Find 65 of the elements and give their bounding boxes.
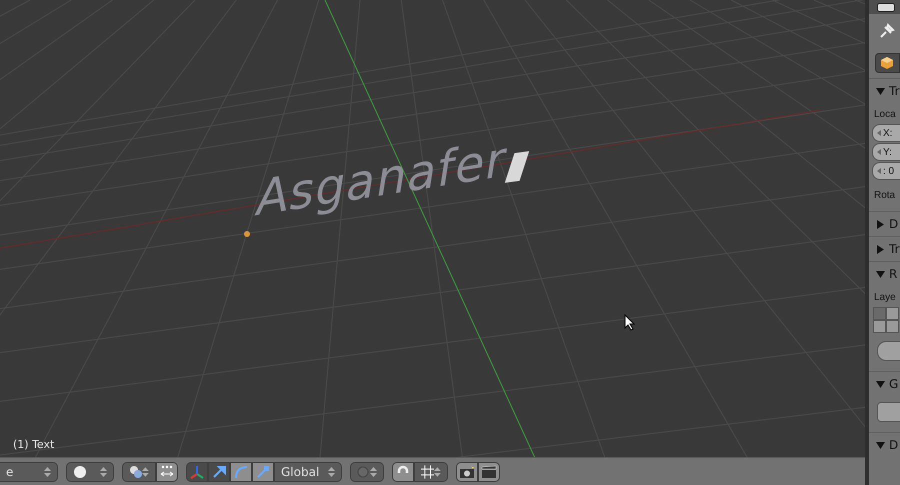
collapse-triangle-icon[interactable] (876, 380, 885, 388)
camera-icon (459, 464, 475, 478)
up-down-arrows-icon (328, 466, 335, 478)
rotation-label: Rota (873, 190, 896, 201)
arc-icon (233, 464, 249, 480)
panel-header[interactable]: Tr (869, 236, 900, 261)
collapse-triangle-icon[interactable] (876, 440, 885, 450)
layer-toggle[interactable] (886, 320, 899, 333)
location-label: Loca (873, 109, 897, 120)
up-down-arrows-icon (142, 466, 149, 478)
editor-type-icon[interactable] (877, 2, 895, 12)
layer-toggle[interactable] (873, 307, 886, 320)
manipulator-button[interactable] (230, 462, 252, 482)
mouse-pointer-icon (624, 314, 635, 331)
proportional-edit-dropdown[interactable] (350, 462, 384, 482)
sphere-icon (73, 464, 87, 478)
orientation-dropdown[interactable]: Global (274, 462, 342, 482)
clapperboard-icon (481, 464, 497, 478)
pin-icon[interactable] (879, 23, 895, 39)
dots-arrows-icon (159, 464, 175, 478)
render-image-button[interactable] (456, 462, 478, 482)
scale-handle-icon (255, 464, 271, 480)
render-animation-button[interactable] (478, 462, 500, 482)
up-down-arrows-icon (100, 466, 107, 478)
up-down-arrows-icon (434, 466, 441, 478)
text-cursor (504, 151, 530, 183)
snap-element-dropdown[interactable] (414, 462, 448, 482)
circle-icon (357, 466, 369, 478)
arrow-icon (211, 464, 227, 480)
3d-text-object: Asganafer (252, 130, 511, 228)
grid-snap-icon (421, 464, 434, 478)
number-field[interactable]: Y: (872, 143, 900, 161)
manipulate-centers-button[interactable] (156, 462, 178, 482)
expand-triangle-icon[interactable] (876, 244, 885, 254)
shading-dropdown[interactable] (66, 462, 114, 482)
object-data-button[interactable] (875, 53, 900, 73)
cube-icon (880, 56, 894, 70)
manipulator-button[interactable] (208, 462, 230, 482)
number-field[interactable]: X: (872, 124, 900, 142)
panel-header[interactable]: D (869, 211, 900, 236)
layer-toggle[interactable] (873, 320, 886, 333)
left-arrow-icon (877, 130, 881, 136)
panel-header[interactable]: Tr (869, 78, 900, 103)
left-arrow-icon (877, 149, 881, 155)
mode-dropdown[interactable]: e (0, 462, 58, 482)
layer-toggle[interactable] (886, 307, 899, 320)
expand-triangle-icon[interactable] (876, 220, 885, 228)
panel-header[interactable]: R (869, 261, 900, 286)
panel-header[interactable]: G (869, 371, 900, 396)
number-field[interactable]: : 0 (872, 162, 900, 180)
object-status-label: (1) Text (13, 438, 54, 451)
pivot-dropdown[interactable] (122, 462, 156, 482)
manipulator-button[interactable] (252, 462, 274, 482)
pivot-circles-icon (129, 464, 142, 478)
origin-dot (244, 231, 250, 237)
layers-label: Laye (873, 292, 897, 303)
panel-header[interactable]: D (869, 432, 900, 457)
snap-button[interactable] (392, 462, 414, 482)
collapse-triangle-icon[interactable] (876, 86, 885, 96)
left-arrow-icon (877, 168, 881, 174)
collapse-triangle-icon[interactable] (876, 270, 885, 278)
manipulator-button[interactable] (186, 462, 208, 482)
up-down-arrows-icon (44, 466, 51, 478)
up-down-arrows-icon (370, 466, 377, 478)
axes-icon (189, 464, 205, 480)
